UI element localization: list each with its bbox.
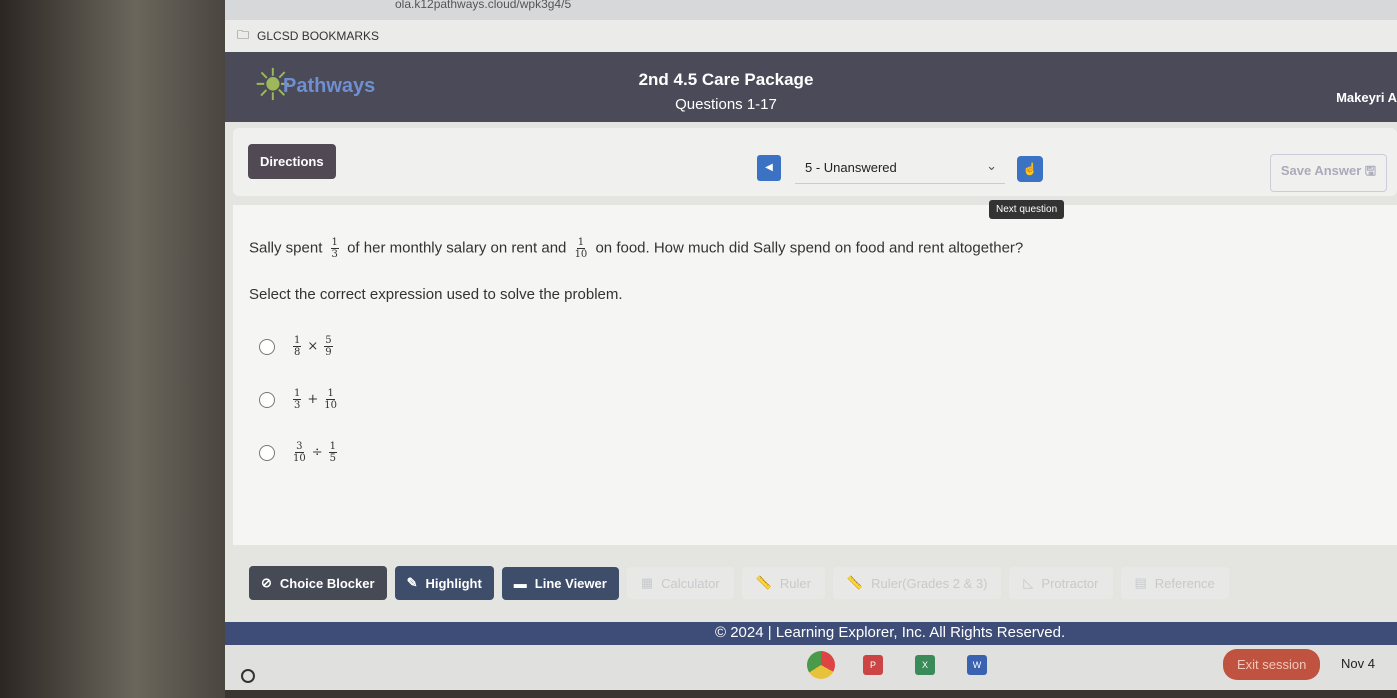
- excel-icon[interactable]: X: [915, 655, 935, 675]
- device-bezel: [0, 0, 225, 698]
- exit-session-button[interactable]: Exit session: [1223, 649, 1321, 680]
- fraction: 15: [328, 441, 338, 464]
- question-stem: Sally spent 13 of her monthly salary on …: [249, 237, 1381, 260]
- answer-option[interactable]: 1 8 × 5 9: [259, 335, 1381, 358]
- launcher-icon[interactable]: [241, 669, 255, 683]
- bookmark-folder[interactable]: GLCSD BOOKMARKS: [257, 29, 379, 43]
- reference-button[interactable]: ▤ Reference: [1120, 567, 1229, 599]
- stem-text: of her monthly salary on rent and: [347, 239, 567, 257]
- radio-button[interactable]: [259, 391, 275, 408]
- user-name: Makeyri A: [1336, 90, 1397, 105]
- calculator-button[interactable]: ▦ Calculator: [626, 567, 734, 599]
- save-answer-button[interactable]: Save Answer 🖫: [1269, 154, 1387, 192]
- screen: ola.k12pathways.cloud/wpk3g4/5 🗀 GLCSD B…: [225, 0, 1397, 690]
- caret-left-icon: ◀: [765, 162, 773, 173]
- block-icon: ⊘: [261, 575, 272, 590]
- chevron-down-icon: ⌄: [986, 158, 997, 173]
- date: Nov 4: [1341, 656, 1375, 671]
- choice-blocker-button[interactable]: ⊘ Choice Blocker: [249, 566, 387, 600]
- save-label: Save Answer: [1280, 163, 1362, 178]
- copyright-footer: © 2024 | Learning Explorer, Inc. All Rig…: [225, 622, 1397, 645]
- highlight-button[interactable]: ✎ Highlight: [394, 566, 494, 600]
- fraction: 3 10: [293, 441, 306, 464]
- fraction: 59: [324, 335, 333, 358]
- protractor-button[interactable]: ◺ Protractor: [1009, 567, 1113, 599]
- question-select[interactable]: 5 - Unanswered ⌄: [795, 150, 1005, 184]
- question-toolbar: Directions ◀ 5 - Unanswered ⌄ ☝ Next ques…: [233, 128, 1397, 219]
- ruler-icon: 📏: [755, 575, 772, 590]
- answer-option[interactable]: 3 10 ÷ 1 5: [259, 441, 1381, 464]
- stem-text: Sally spent: [249, 239, 323, 257]
- ruler-grades-button[interactable]: 📏 Ruler(Grades 2 & 3): [832, 567, 1002, 599]
- fraction: 13: [293, 388, 302, 411]
- stem-text: on food. How much did Sally spend on foo…: [595, 239, 1024, 257]
- operator: +: [307, 392, 319, 407]
- operator: ×: [307, 339, 319, 354]
- taskbar: P X W Exit session Nov 4: [225, 645, 1397, 690]
- reference-icon: ▤: [1134, 575, 1147, 590]
- fraction: 1 10: [324, 388, 338, 411]
- app-header: ☀ Pathways 2nd 4.5 Care Package Questions…: [225, 52, 1397, 122]
- calculator-icon: ▦: [640, 575, 654, 590]
- next-question-button[interactable]: ☝: [1017, 156, 1043, 182]
- line-viewer-button[interactable]: ▬ Line Viewer: [501, 566, 619, 600]
- radio-button[interactable]: [259, 444, 275, 461]
- protractor-icon: ◺: [1023, 575, 1034, 590]
- pointer-hand-icon: ☝: [1022, 162, 1038, 176]
- bookmarks-bar: 🗀 GLCSD BOOKMARKS: [225, 20, 1397, 52]
- tools-bar: ⊘ Choice Blocker ✎ Highlight ▬ Line Viewer …: [249, 563, 1397, 603]
- fraction: 13: [330, 237, 339, 260]
- test-subtitle: Questions 1-17: [675, 96, 777, 113]
- directions-button[interactable]: Directions: [248, 144, 336, 179]
- save-icon: 🖫: [1364, 163, 1376, 178]
- answer-option[interactable]: 1 3 +1 10: [259, 388, 1381, 411]
- chrome-icon[interactable]: [807, 651, 835, 679]
- fraction: 1 10: [574, 237, 588, 260]
- folder-icon: 🗀: [237, 27, 250, 42]
- radio-button[interactable]: [259, 338, 275, 355]
- pen-icon: ✎: [406, 575, 418, 590]
- ruler-button[interactable]: 📏 Ruler: [741, 567, 825, 599]
- question-panel: Sally spent 13 of her monthly salary on …: [233, 205, 1397, 545]
- question-select-value: 5 - Unanswered: [805, 160, 897, 175]
- word-icon[interactable]: W: [967, 655, 987, 675]
- address-bar[interactable]: ola.k12pathways.cloud/wpk3g4/5: [225, 0, 1397, 20]
- operator: ÷: [311, 445, 323, 460]
- line-viewer-icon: ▬: [513, 575, 527, 591]
- instruction: Select the correct expression used to so…: [249, 286, 623, 303]
- ruler-icon: 📏: [846, 575, 864, 590]
- next-question-tooltip: Next question: [989, 200, 1065, 219]
- fraction: 18: [293, 335, 302, 358]
- powerpoint-icon[interactable]: P: [863, 655, 883, 675]
- previous-question-button[interactable]: ◀: [757, 155, 781, 181]
- test-title: 2nd 4.5 Care Package: [638, 70, 814, 89]
